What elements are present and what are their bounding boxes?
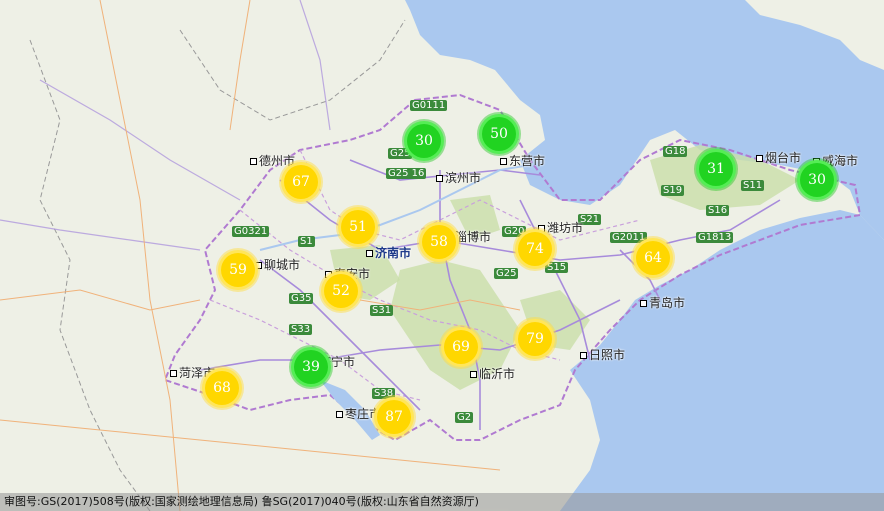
road-shield: S19 — [661, 185, 685, 196]
city-dot-icon — [366, 250, 373, 257]
road-shield: G18 — [663, 146, 688, 157]
cluster-marker[interactable]: 59 — [218, 250, 258, 290]
road-shield: G2 — [455, 412, 474, 423]
city-name: 淄博市 — [455, 230, 492, 244]
cluster-marker[interactable]: 31 — [696, 149, 736, 189]
cluster-marker[interactable]: 52 — [321, 271, 361, 311]
cluster-marker[interactable]: 39 — [291, 347, 331, 387]
cluster-marker[interactable]: 74 — [515, 229, 555, 269]
road-shield: G1813 — [696, 232, 734, 243]
city-dot-icon — [470, 371, 477, 378]
city-dot-icon — [336, 411, 343, 418]
road-shield: G0321 — [232, 226, 270, 237]
map-canvas[interactable]: G0111 G25 G25 16 G18 S19 S11 S16 G0321 G20 G2011 G… — [0, 0, 884, 511]
city-dot-icon — [436, 175, 443, 182]
city-name: 烟台市 — [765, 151, 802, 165]
external-boundary-2 — [179, 19, 406, 121]
cluster-marker[interactable]: 79 — [515, 319, 555, 359]
cluster-marker[interactable]: 87 — [374, 397, 414, 437]
city-dot-icon — [640, 300, 647, 307]
city-dot-icon — [580, 352, 587, 359]
city-label: 青岛市 — [640, 294, 685, 311]
cluster-marker[interactable]: 30 — [797, 160, 837, 200]
road-shield: S31 — [370, 305, 394, 316]
road-shield: S16 — [706, 205, 730, 216]
road-4 — [229, 0, 251, 131]
city-label: 临沂市 — [470, 365, 515, 382]
city-name: 滨州市 — [445, 171, 482, 185]
city-label: 东营市 — [500, 152, 545, 169]
city-dot-icon — [250, 158, 257, 165]
city-label: 聊城市 — [255, 256, 300, 273]
road-shield: S11 — [741, 180, 765, 191]
city-name: 临沂市 — [479, 367, 516, 381]
cluster-marker[interactable]: 69 — [441, 327, 481, 367]
city-label: 日照市 — [580, 346, 625, 363]
city-label: 济南市 — [366, 244, 411, 261]
cluster-marker[interactable]: 30 — [404, 121, 444, 161]
city-label: 滨州市 — [436, 169, 481, 186]
city-name: 东营市 — [509, 154, 546, 168]
road-shield: G25 — [494, 268, 519, 279]
cluster-marker[interactable]: 64 — [633, 238, 673, 278]
road-shield: S1 — [298, 236, 315, 247]
city-name: 潍坊市 — [547, 221, 584, 235]
highway-9 — [39, 79, 241, 201]
road-3 — [0, 419, 501, 471]
city-name: 聊城市 — [264, 258, 301, 272]
city-name: 济南市 — [375, 246, 412, 260]
road-shield: G0111 — [410, 100, 448, 111]
road-shield: G25 16 — [386, 168, 427, 179]
cluster-marker[interactable]: 68 — [202, 368, 242, 408]
road-shield: G35 — [289, 293, 314, 304]
cluster-marker[interactable]: 58 — [419, 222, 459, 262]
cluster-marker[interactable]: 50 — [479, 114, 519, 154]
city-dot-icon — [170, 370, 177, 377]
city-dot-icon — [500, 158, 507, 165]
road-1 — [0, 289, 201, 311]
cluster-marker[interactable]: 51 — [338, 207, 378, 247]
highway-8 — [0, 219, 201, 251]
external-boundary-1 — [29, 39, 151, 511]
city-dot-icon — [756, 155, 763, 162]
cluster-marker[interactable]: 67 — [281, 162, 321, 202]
copyright-footer: 审图号:GS(2017)508号(版权:国家测绘地理信息局) 鲁SG(2017)… — [0, 493, 884, 511]
city-name: 日照市 — [589, 348, 626, 362]
city-name: 青岛市 — [649, 296, 686, 310]
city-label: 烟台市 — [756, 149, 801, 166]
road-shield: S33 — [289, 324, 313, 335]
highway-10 — [299, 0, 331, 131]
